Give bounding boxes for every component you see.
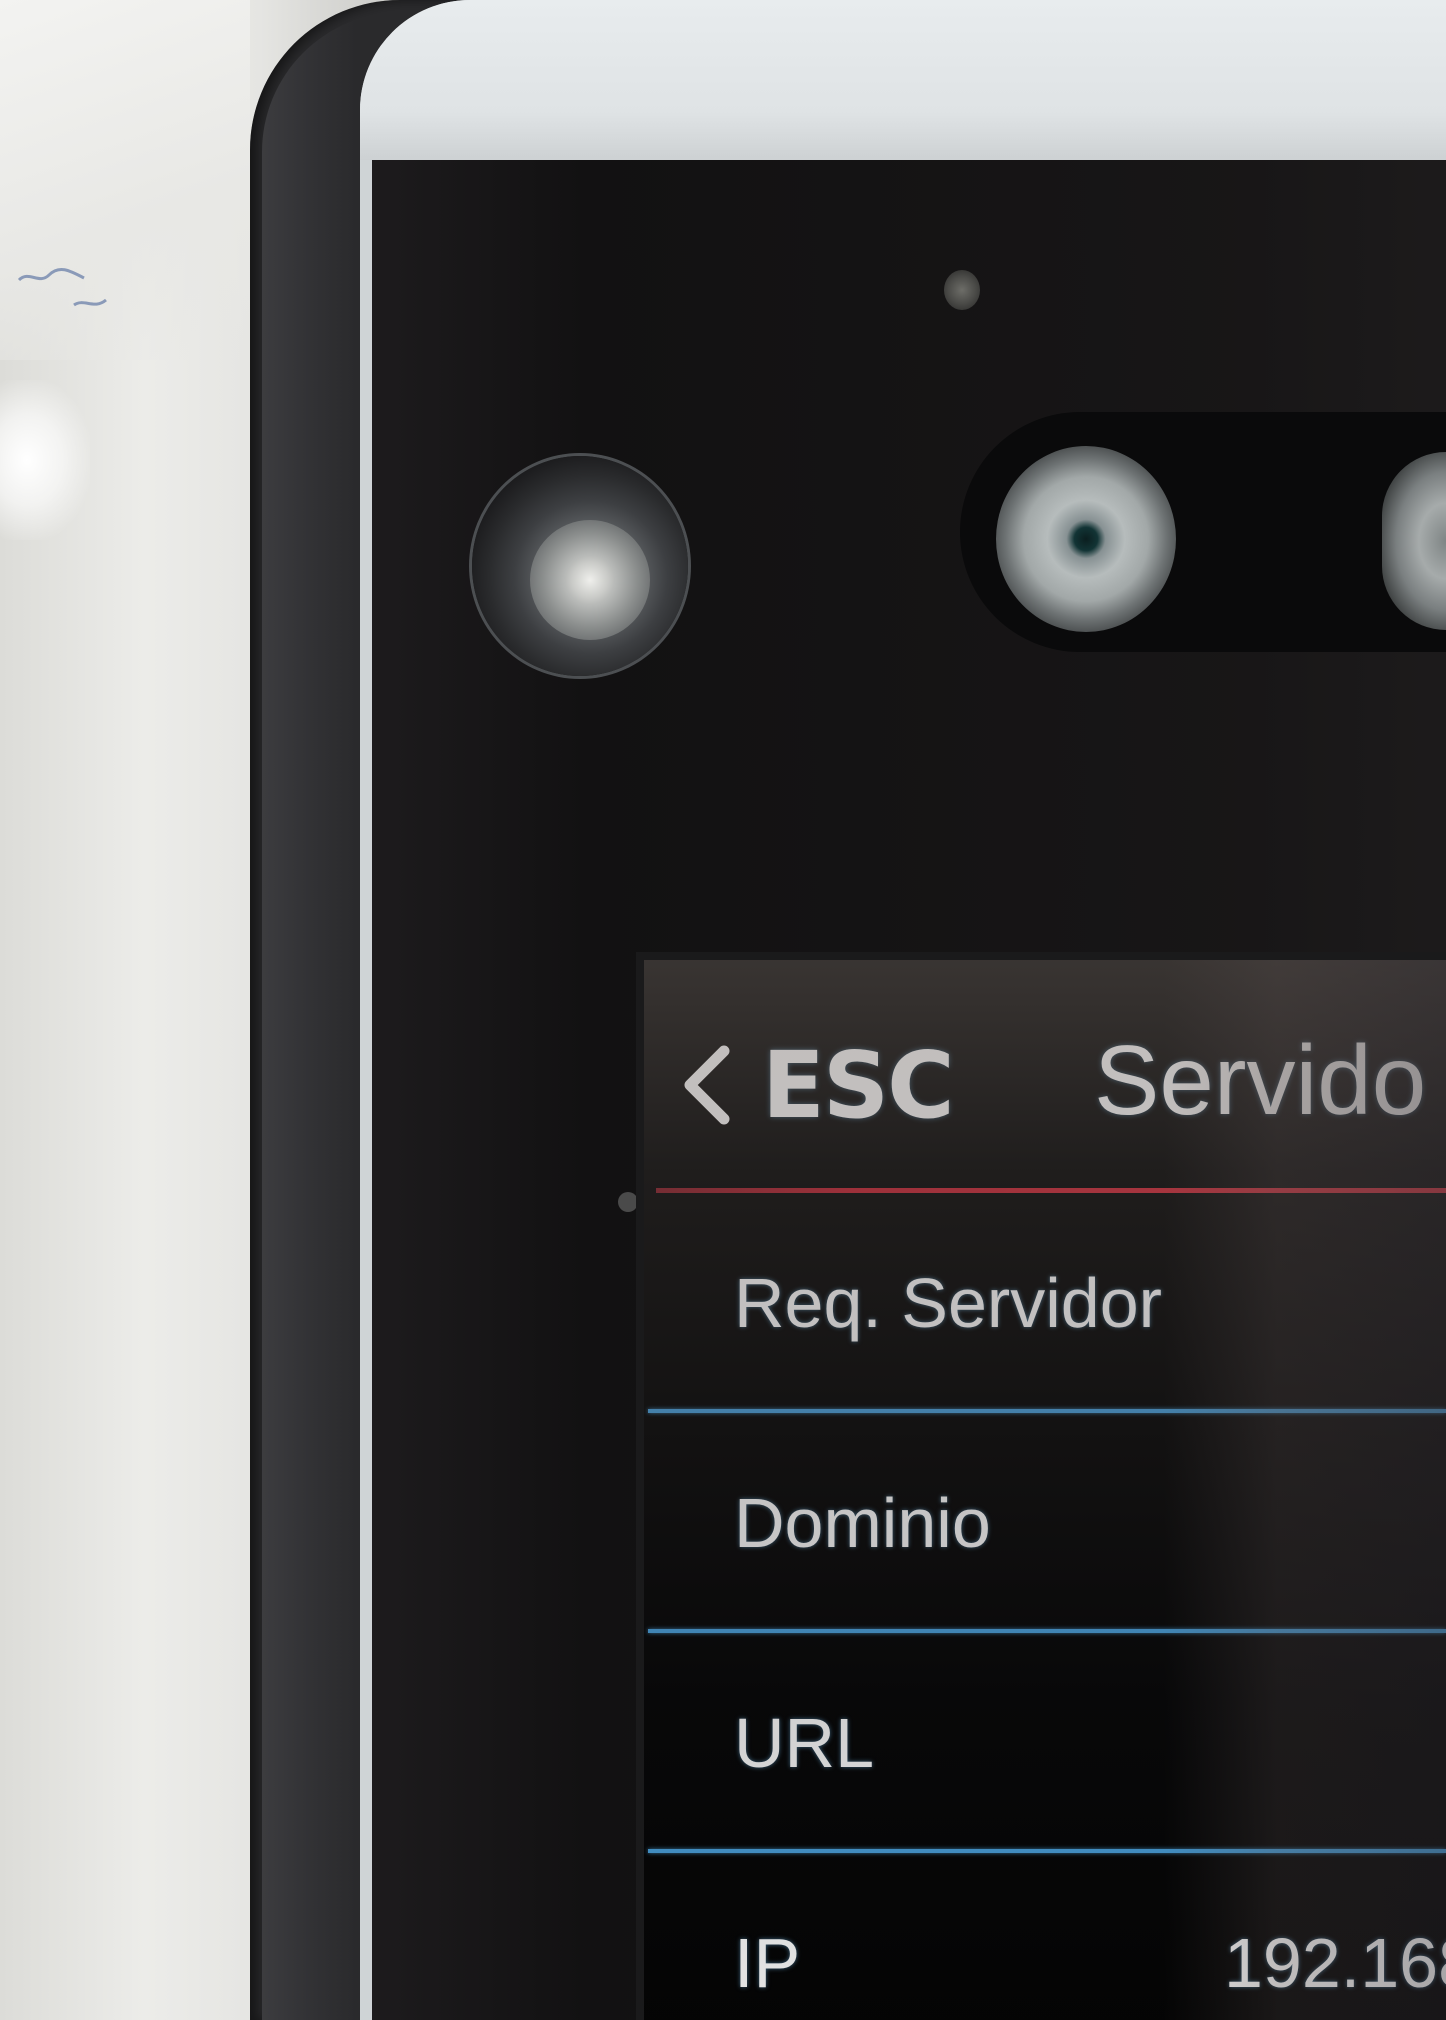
background-light: [0, 380, 90, 540]
esc-back-button[interactable]: ESC: [682, 1030, 955, 1140]
screw-dot: [618, 1192, 638, 1212]
settings-menu: Req. Servidor Dominio URL IP 192.168: [644, 1193, 1446, 2020]
microphone-icon: [944, 270, 980, 310]
menu-item-ip[interactable]: IP 192.168: [644, 1853, 1446, 2020]
chevron-left-icon: [684, 1045, 730, 1125]
menu-item-label: URL: [734, 1704, 875, 1782]
menu-item-label: IP: [734, 1924, 801, 2002]
paper-scribble: [17, 267, 107, 307]
menu-item-label: Req. Servidor: [734, 1264, 1162, 1342]
device-screen: ESC Servido Req. Servidor Dominio URL IP…: [644, 960, 1446, 2020]
esc-label: ESC: [762, 1031, 955, 1139]
glass-top-strip: [360, 0, 1446, 160]
page-title: Servido: [1094, 1025, 1427, 1135]
menu-item-value: 192.168: [1224, 1924, 1446, 2002]
menu-item-url[interactable]: URL: [644, 1633, 1446, 1853]
screen-header: ESC Servido: [644, 960, 1446, 1193]
menu-item-req-servidor[interactable]: Req. Servidor: [644, 1193, 1446, 1413]
menu-item-label: Dominio: [734, 1484, 991, 1562]
camera-icon: [996, 446, 1176, 632]
fill-light-center: [565, 555, 615, 605]
menu-item-dominio[interactable]: Dominio: [644, 1413, 1446, 1633]
